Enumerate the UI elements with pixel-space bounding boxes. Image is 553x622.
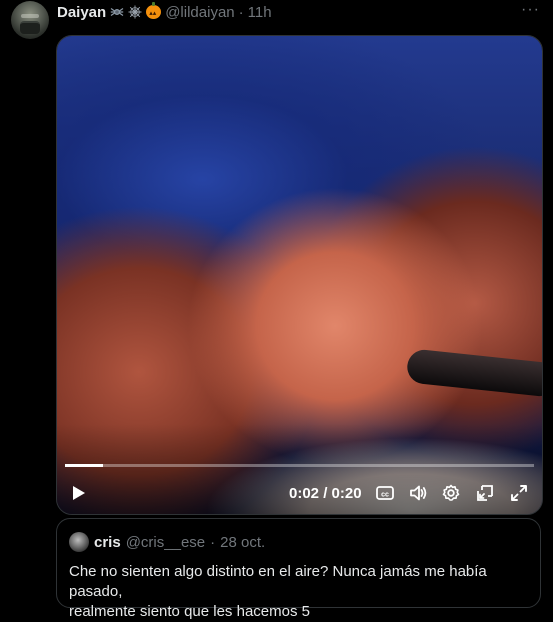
video-time-display: 0:02 / 0:20 xyxy=(289,485,362,502)
captions-icon[interactable]: cc xyxy=(375,483,395,503)
more-options-icon[interactable]: ··· xyxy=(521,2,540,18)
video-frame[interactable] xyxy=(57,36,542,514)
quoted-tweet-text-line1: Che no sienten algo distinto en el aire?… xyxy=(69,563,487,600)
settings-icon[interactable] xyxy=(441,483,461,503)
play-icon[interactable] xyxy=(71,485,87,501)
separator-dot: · xyxy=(238,3,244,21)
spider-icon xyxy=(110,5,124,19)
video-controls: 0:02 / 0:20 cc xyxy=(57,478,542,508)
jack-o-lantern-icon: ▴▴ xyxy=(146,2,162,19)
quoted-tweet[interactable]: cris @cris__ese · 28 oct. Che no sienten… xyxy=(56,518,541,620)
quoted-author-name[interactable]: cris xyxy=(94,534,121,551)
quoted-tweet-date[interactable]: 28 oct. xyxy=(220,534,265,551)
picture-in-picture-icon[interactable] xyxy=(475,483,495,503)
avatar-mask xyxy=(20,21,40,34)
quoted-author-avatar[interactable] xyxy=(69,532,89,552)
author-avatar[interactable] xyxy=(11,1,49,39)
svg-text:cc: cc xyxy=(381,492,389,499)
volume-icon[interactable] xyxy=(408,483,428,503)
fullscreen-icon[interactable] xyxy=(509,483,529,503)
video-player[interactable]: 0:02 / 0:20 cc xyxy=(56,35,543,515)
quoted-tweet-text-line2: realmente siento que les hacemos 5 xyxy=(69,603,310,620)
video-progress-fill xyxy=(65,464,103,467)
quoted-tweet-header: cris @cris__ese · 28 oct. xyxy=(69,532,265,552)
tweet-timestamp[interactable]: 11h xyxy=(248,4,272,21)
tweet-header: Daiyan ▴▴ @lildaiyan · 11h xyxy=(57,2,272,21)
author-name[interactable]: Daiyan xyxy=(57,4,106,21)
video-progress-bar[interactable] xyxy=(65,464,534,467)
quoted-author-handle[interactable]: @cris__ese xyxy=(126,534,205,551)
spider-web-icon xyxy=(128,5,142,19)
author-handle[interactable]: @lildaiyan xyxy=(165,4,234,21)
quoted-separator-dot: · xyxy=(210,533,216,551)
quoted-tweet-text: Che no sienten algo distinto en el aire?… xyxy=(69,562,534,622)
avatar-eyes xyxy=(21,14,39,18)
